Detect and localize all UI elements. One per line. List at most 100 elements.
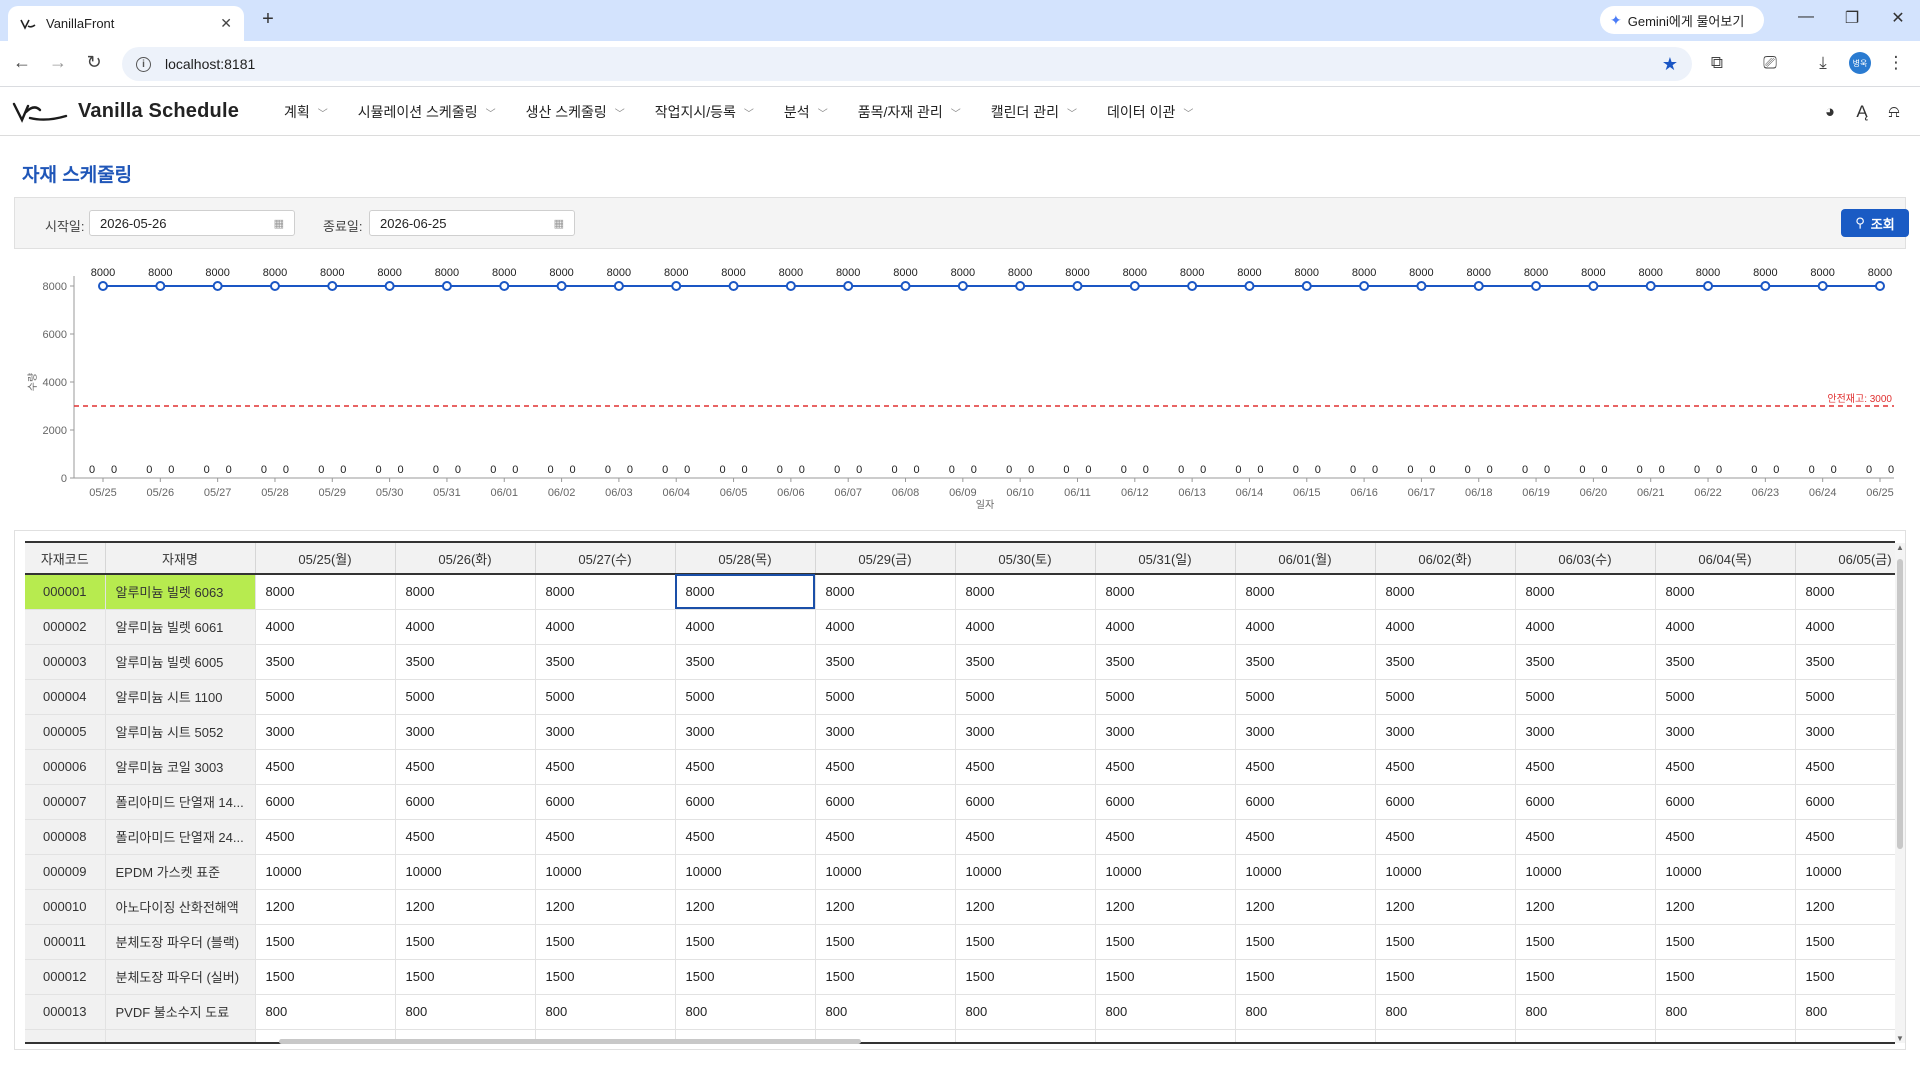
column-header[interactable]: 자재코드 [25, 543, 106, 575]
quantity-cell[interactable]: 6000 [535, 784, 676, 820]
quantity-cell[interactable]: 5000 [1095, 679, 1236, 715]
material-code-cell[interactable]: 000011 [25, 924, 106, 960]
quantity-cell[interactable]: 3000 [815, 714, 956, 750]
material-code-cell[interactable]: 000010 [25, 889, 106, 925]
bookmark-star-icon[interactable]: ★ [1662, 54, 1678, 75]
table-row[interactable]: 000010 아노다이징 산화전해액 1200 1200 1200 1200 1200 120… [25, 889, 1895, 925]
quantity-cell[interactable]: 800 [1235, 994, 1376, 1030]
quantity-cell[interactable]: 1500 [1795, 959, 1895, 995]
back-icon[interactable]: ← [10, 52, 34, 73]
quantity-cell[interactable]: 1200 [1515, 889, 1656, 925]
quantity-cell[interactable]: 4500 [1795, 749, 1895, 785]
quantity-cell[interactable]: 1500 [675, 959, 816, 995]
material-code-cell[interactable]: 000007 [25, 784, 106, 820]
column-header[interactable]: 05/28(목) [675, 543, 816, 575]
column-header[interactable]: 05/27(수) [535, 543, 676, 575]
quantity-cell[interactable]: 10000 [815, 854, 956, 890]
quantity-cell[interactable]: 10000 [1095, 854, 1236, 890]
column-header[interactable]: 06/03(수) [1515, 543, 1656, 575]
close-tab-icon[interactable]: ✕ [220, 15, 232, 32]
quantity-cell[interactable]: 4000 [955, 609, 1096, 645]
quantity-cell[interactable]: 4500 [535, 749, 676, 785]
quantity-cell[interactable]: 800 [1375, 994, 1516, 1030]
table-row[interactable]: 000002 알루미늄 빌렛 6061 4000 4000 4000 4000 4000 40… [25, 609, 1895, 645]
material-code-cell[interactable] [25, 1029, 106, 1042]
quantity-cell[interactable]: 800 [675, 994, 816, 1030]
quantity-cell[interactable]: 1200 [255, 889, 396, 925]
close-window-icon[interactable]: ✕ [1875, 8, 1920, 28]
quantity-cell[interactable]: 3500 [1795, 644, 1895, 680]
quantity-cell[interactable]: 4000 [815, 609, 956, 645]
quantity-cell[interactable]: 8000 [955, 574, 1096, 610]
table-row[interactable]: 000013 PVDF 불소수지 도료 800 800 800 800 800 800 800 8… [25, 994, 1895, 1030]
quantity-cell[interactable]: 1200 [395, 889, 536, 925]
column-header[interactable]: 06/05(금) [1795, 543, 1895, 575]
quantity-cell[interactable]: 5000 [255, 679, 396, 715]
notification-bell-icon[interactable]: ⍾ [1883, 102, 1905, 122]
quantity-cell[interactable]: 10000 [1795, 854, 1895, 890]
quantity-cell[interactable]: 800 [395, 994, 536, 1030]
quantity-cell[interactable]: 6000 [1095, 784, 1236, 820]
material-name-cell[interactable] [105, 1029, 256, 1042]
quantity-cell[interactable]: 1500 [1095, 924, 1236, 960]
material-code-cell[interactable]: 000012 [25, 959, 106, 995]
quantity-cell[interactable]: 10000 [1235, 854, 1376, 890]
quantity-cell[interactable]: 4000 [1515, 609, 1656, 645]
quantity-cell[interactable]: 8000 [1795, 574, 1895, 610]
material-name-cell[interactable]: 알루미늄 빌렛 6005 [105, 644, 256, 680]
calendar-icon[interactable]: ▦ [274, 217, 284, 230]
quantity-cell[interactable]: 3500 [815, 644, 956, 680]
quantity-cell[interactable]: 4500 [815, 819, 956, 855]
quantity-cell[interactable]: 1200 [1655, 889, 1796, 925]
quantity-cell[interactable]: 6000 [1515, 784, 1656, 820]
quantity-cell[interactable]: 10000 [395, 854, 536, 890]
palette-icon[interactable]: ◕ [1819, 102, 1841, 122]
quantity-cell[interactable]: 800 [1795, 994, 1895, 1030]
quantity-cell[interactable]: 1500 [1795, 924, 1895, 960]
site-info-icon[interactable]: i [136, 56, 151, 72]
column-header[interactable]: 자재명 [105, 543, 256, 575]
quantity-cell[interactable]: 4000 [395, 609, 536, 645]
quantity-cell[interactable]: 6000 [675, 784, 816, 820]
material-code-cell[interactable]: 000002 [25, 609, 106, 645]
quantity-cell[interactable]: 4500 [955, 819, 1096, 855]
quantity-cell[interactable]: 1200 [1235, 889, 1376, 925]
quantity-cell[interactable]: 4500 [1235, 819, 1376, 855]
quantity-cell[interactable]: 4000 [1795, 609, 1895, 645]
material-code-cell[interactable]: 000004 [25, 679, 106, 715]
horizontal-scrollbar[interactable] [275, 1037, 1885, 1045]
quantity-cell[interactable]: 1200 [675, 889, 816, 925]
quantity-cell[interactable]: 1200 [815, 889, 956, 925]
quantity-cell[interactable]: 3000 [675, 714, 816, 750]
quantity-cell[interactable]: 1500 [1655, 959, 1796, 995]
menu-analysis[interactable]: 분석 ﹀ [784, 102, 828, 122]
quantity-cell[interactable]: 1500 [1515, 959, 1656, 995]
quantity-cell[interactable]: 10000 [955, 854, 1096, 890]
quantity-cell[interactable]: 3500 [395, 644, 536, 680]
cast-icon[interactable]: ⎚ [1758, 53, 1782, 73]
quantity-cell[interactable]: 6000 [1375, 784, 1516, 820]
quantity-cell[interactable]: 1200 [535, 889, 676, 925]
quantity-cell[interactable]: 3000 [255, 714, 396, 750]
minimize-icon[interactable]: — [1783, 8, 1829, 26]
menu-work-order[interactable]: 작업지시/등록 ﹀ [655, 102, 754, 122]
quantity-cell[interactable]: 4000 [535, 609, 676, 645]
quantity-cell[interactable]: 4000 [1095, 609, 1236, 645]
reload-icon[interactable]: ↻ [82, 52, 106, 73]
quantity-cell[interactable]: 4500 [535, 819, 676, 855]
quantity-cell[interactable]: 4500 [1095, 749, 1236, 785]
material-name-cell[interactable]: 폴리아미드 단열재 14... [105, 784, 256, 820]
quantity-cell[interactable]: 1500 [675, 924, 816, 960]
quantity-cell[interactable]: 4500 [255, 819, 396, 855]
quantity-cell[interactable]: 4500 [1515, 749, 1656, 785]
quantity-cell[interactable]: 1500 [1235, 924, 1376, 960]
quantity-cell[interactable]: 4000 [1235, 609, 1376, 645]
quantity-cell[interactable]: 3500 [1095, 644, 1236, 680]
quantity-cell[interactable]: 1500 [535, 924, 676, 960]
quantity-cell[interactable]: 4500 [1235, 749, 1376, 785]
column-header[interactable]: 05/25(월) [255, 543, 396, 575]
quantity-cell[interactable]: 8000 [675, 574, 816, 610]
table-row[interactable]: 000004 알루미늄 시트 1100 5000 5000 5000 5000 5000 50… [25, 679, 1895, 715]
quantity-cell[interactable]: 1500 [1375, 924, 1516, 960]
quantity-cell[interactable]: 5000 [1375, 679, 1516, 715]
